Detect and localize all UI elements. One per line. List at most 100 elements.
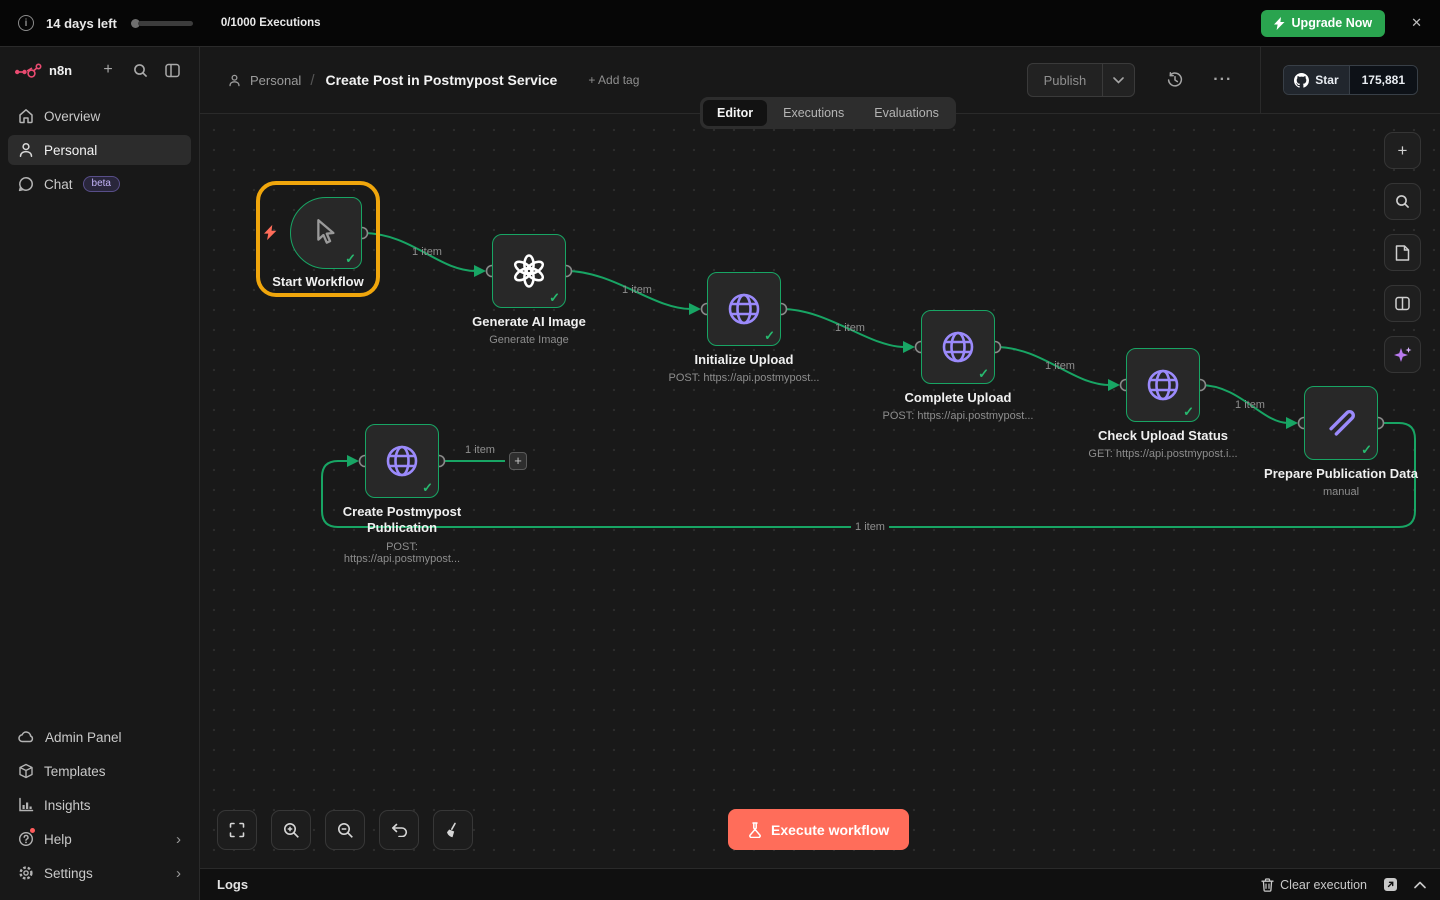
publish-button[interactable]: Publish bbox=[1028, 64, 1103, 96]
success-check-icon: ✓ bbox=[345, 251, 356, 267]
search-icon[interactable] bbox=[127, 57, 153, 83]
sidebar-item-help[interactable]: Help › bbox=[8, 824, 191, 854]
search-canvas-button[interactable] bbox=[1384, 183, 1421, 220]
success-check-icon: ✓ bbox=[422, 480, 433, 496]
trial-banner: i 14 days left 0/1000 Executions Upgrade… bbox=[0, 0, 1440, 47]
executions-quota: 0/1000 Executions bbox=[221, 17, 321, 29]
tidy-up-button[interactable] bbox=[433, 810, 473, 850]
sidebar-item-insights[interactable]: Insights bbox=[8, 790, 191, 820]
zoom-out-button[interactable] bbox=[325, 810, 365, 850]
sidebar-item-admin-panel[interactable]: Admin Panel bbox=[8, 722, 191, 752]
sidebar-item-chat[interactable]: Chat beta bbox=[8, 169, 191, 199]
sidebar-spacer bbox=[0, 207, 199, 714]
search-icon bbox=[1395, 194, 1410, 209]
clear-execution-button[interactable]: Clear execution bbox=[1261, 878, 1367, 892]
success-check-icon: ✓ bbox=[978, 366, 989, 382]
package-icon bbox=[18, 763, 34, 779]
add-tag-button[interactable]: + Add tag bbox=[588, 73, 639, 87]
sidebar-item-personal[interactable]: Personal bbox=[8, 135, 191, 165]
breadcrumb: Personal / Create Post in Postmypost Ser… bbox=[228, 72, 639, 89]
user-icon bbox=[228, 74, 241, 87]
upgrade-now-button[interactable]: Upgrade Now bbox=[1261, 10, 1386, 37]
publish-dropdown-caret[interactable] bbox=[1102, 64, 1134, 96]
help-icon bbox=[18, 831, 34, 847]
n8n-app: i 14 days left 0/1000 Executions Upgrade… bbox=[0, 0, 1440, 900]
sparkles-icon bbox=[1393, 345, 1413, 365]
expand-logs-chevron-icon[interactable] bbox=[1414, 881, 1426, 889]
sidebar-item-templates[interactable]: Templates bbox=[8, 756, 191, 786]
tab-editor[interactable]: Editor bbox=[703, 100, 767, 126]
collapse-sidebar-icon[interactable] bbox=[159, 57, 185, 83]
sidebar-item-settings[interactable]: Settings › bbox=[8, 858, 191, 888]
globe-icon bbox=[382, 441, 422, 481]
home-icon bbox=[18, 108, 34, 124]
breadcrumb-separator: / bbox=[310, 72, 314, 89]
globe-icon bbox=[938, 327, 978, 367]
toggle-panel-button[interactable] bbox=[1384, 285, 1421, 322]
logs-bar[interactable]: Logs Clear execution bbox=[200, 868, 1440, 900]
node-prepare-publication-data[interactable]: ✓ bbox=[1304, 386, 1378, 460]
split-panel-icon bbox=[1395, 296, 1410, 311]
github-icon bbox=[1294, 73, 1309, 88]
lightning-icon bbox=[1274, 17, 1285, 30]
chevron-right-icon: › bbox=[176, 832, 181, 847]
note-icon bbox=[1395, 245, 1410, 261]
workflow-history-icon[interactable] bbox=[1161, 66, 1189, 94]
github-star-widget[interactable]: Star 175,881 bbox=[1283, 65, 1418, 95]
pencil-icon bbox=[1324, 406, 1358, 440]
view-tabs: Editor Executions Evaluations bbox=[700, 97, 956, 129]
tab-executions[interactable]: Executions bbox=[769, 100, 858, 126]
add-node-plus-button[interactable]: + bbox=[509, 452, 527, 470]
node-create-postmypost-publication[interactable]: ✓ bbox=[365, 424, 439, 498]
flask-icon bbox=[748, 822, 762, 838]
new-workflow-icon[interactable]: + bbox=[95, 57, 121, 83]
trial-progress-track bbox=[138, 21, 193, 26]
beta-badge: beta bbox=[83, 176, 120, 192]
trial-days-left: 14 days left bbox=[46, 16, 117, 31]
more-options-icon[interactable]: ··· bbox=[1207, 65, 1238, 95]
sidebar-item-overview[interactable]: Overview bbox=[8, 101, 191, 131]
node-complete-upload[interactable]: ✓ bbox=[921, 310, 995, 384]
globe-icon bbox=[724, 289, 764, 329]
n8n-logo[interactable]: n8n bbox=[14, 63, 72, 78]
chevron-right-icon: › bbox=[176, 866, 181, 881]
breadcrumb-project[interactable]: Personal bbox=[250, 73, 301, 88]
open-logs-window-icon[interactable] bbox=[1383, 877, 1398, 892]
zoom-to-fit-button[interactable] bbox=[217, 810, 257, 850]
trash-icon bbox=[1261, 878, 1274, 892]
node-generate-ai-image[interactable]: ✓ bbox=[492, 234, 566, 308]
star-count: 175,881 bbox=[1349, 66, 1417, 94]
openai-icon bbox=[510, 252, 548, 290]
execute-workflow-button[interactable]: Execute workflow bbox=[728, 809, 909, 850]
n8n-logo-icon bbox=[14, 63, 42, 78]
add-node-button[interactable]: + bbox=[1384, 132, 1421, 169]
trial-progress-bar bbox=[131, 19, 193, 28]
info-icon[interactable]: i bbox=[18, 15, 34, 31]
sidebar: n8n + Overview bbox=[0, 47, 200, 900]
canvas-right-rail: + bbox=[1384, 132, 1421, 373]
node-check-upload-status[interactable]: ✓ bbox=[1126, 348, 1200, 422]
success-check-icon: ✓ bbox=[549, 290, 560, 306]
fit-view-icon bbox=[229, 822, 245, 838]
broom-icon bbox=[445, 822, 462, 839]
add-sticky-note-button[interactable] bbox=[1384, 234, 1421, 271]
zoom-in-button[interactable] bbox=[271, 810, 311, 850]
cursor-icon bbox=[313, 219, 339, 247]
cloud-icon bbox=[18, 729, 35, 745]
zoom-out-icon bbox=[337, 822, 354, 839]
globe-icon bbox=[1143, 365, 1183, 405]
workflow-canvas[interactable]: 1 item 1 item 1 item 1 item 1 item 1 ite… bbox=[200, 114, 1440, 868]
chevron-down-icon bbox=[1113, 77, 1124, 84]
star-label: Star bbox=[1315, 73, 1338, 87]
gear-icon bbox=[18, 865, 34, 881]
tab-evaluations[interactable]: Evaluations bbox=[860, 100, 953, 126]
bar-chart-icon bbox=[18, 797, 34, 813]
workflow-title[interactable]: Create Post in Postmypost Service bbox=[325, 72, 557, 88]
node-start-workflow[interactable]: ✓ bbox=[290, 197, 362, 269]
user-icon bbox=[18, 142, 34, 158]
success-check-icon: ✓ bbox=[764, 328, 775, 344]
ai-assistant-button[interactable] bbox=[1384, 336, 1421, 373]
close-icon[interactable]: ✕ bbox=[1405, 13, 1428, 33]
node-initialize-upload[interactable]: ✓ bbox=[707, 272, 781, 346]
undo-button[interactable] bbox=[379, 810, 419, 850]
